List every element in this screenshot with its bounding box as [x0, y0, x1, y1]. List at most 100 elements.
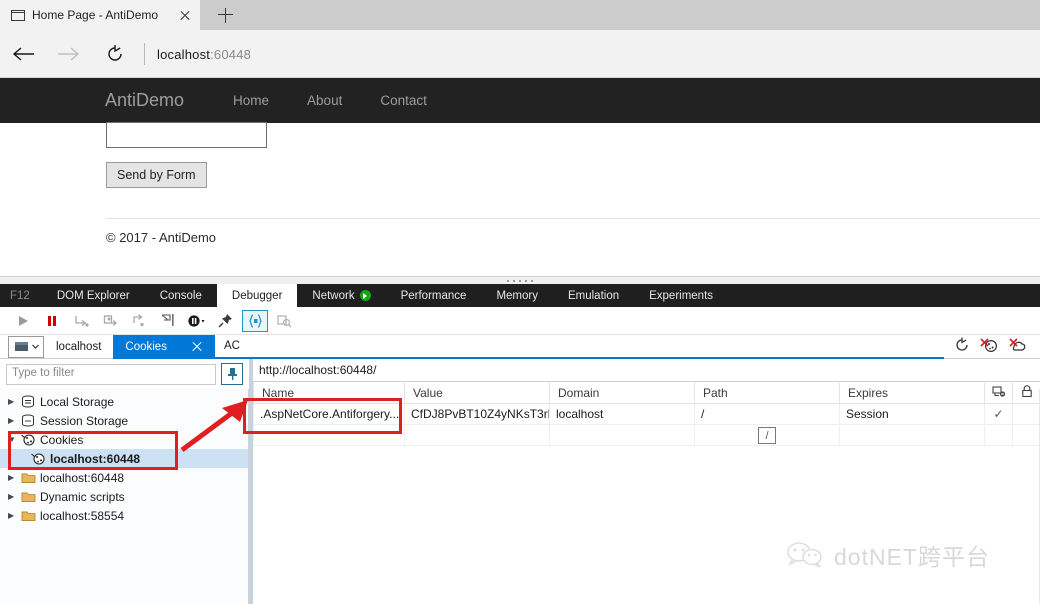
tab-experiments[interactable]: Experiments — [634, 284, 728, 307]
send-by-form-button[interactable]: Send by Form — [106, 162, 207, 188]
new-tab-button[interactable] — [205, 0, 245, 30]
forward-button[interactable] — [46, 30, 92, 78]
column-header-value[interactable]: Value — [405, 382, 550, 404]
tree-item-localhost-60448-cookies[interactable]: localhost:60448 — [0, 449, 248, 468]
step-over-button[interactable] — [68, 310, 94, 332]
tree-item-label: localhost:58554 — [40, 509, 124, 523]
site-nav-contact[interactable]: Contact — [380, 93, 427, 108]
site-nav-home[interactable]: Home — [233, 93, 269, 108]
form-text-input[interactable] — [106, 122, 267, 148]
tree-item-cookies[interactable]: ▼ Cookies — [0, 430, 248, 449]
tab-label: Memory — [496, 290, 538, 302]
resource-picker-button[interactable] — [8, 336, 44, 358]
tree-item-dynamic-scripts[interactable]: ▶ Dynamic scripts — [0, 487, 248, 506]
refresh-icon[interactable] — [954, 337, 970, 356]
path-edit-value[interactable]: / — [758, 427, 776, 444]
chevron-right-icon[interactable]: ▶ — [8, 511, 20, 520]
tree-item-session-storage[interactable]: ▶ Session Storage — [0, 411, 248, 430]
filter-input[interactable]: Type to filter — [6, 364, 216, 385]
chevron-right-icon[interactable]: ▶ — [8, 416, 20, 425]
chevron-down-icon — [32, 344, 39, 349]
address-port: :60448 — [210, 47, 251, 62]
cookie-table-header-row: Name Value Domain Path Expires — [254, 382, 1040, 404]
cell-cookie-domain[interactable] — [550, 425, 695, 446]
httponly-icon[interactable] — [985, 382, 1013, 404]
cell-cookie-name[interactable] — [254, 425, 405, 446]
tab-memory[interactable]: Memory — [481, 284, 553, 307]
break-conditions-button[interactable] — [184, 310, 210, 332]
tab-performance[interactable]: Performance — [386, 284, 482, 307]
step-out-button[interactable] — [126, 310, 152, 332]
tree-item-label: Dynamic scripts — [40, 490, 125, 504]
tree-item-localhost-58554[interactable]: ▶ localhost:58554 — [0, 506, 248, 525]
site-brand[interactable]: AntiDemo — [105, 90, 184, 111]
cell-cookie-value[interactable]: CfDJ8PvBT10Z4yNKsT3rk... — [405, 404, 550, 425]
clear-all-cookies-icon[interactable] — [980, 337, 999, 356]
cell-cookie-expires[interactable] — [840, 425, 985, 446]
cell-cookie-secure[interactable] — [1013, 425, 1040, 446]
cell-cookie-domain[interactable]: localhost — [550, 404, 695, 425]
table-row[interactable]: / — [254, 425, 1040, 446]
chevron-right-icon[interactable]: ▶ — [8, 397, 20, 406]
column-header-domain[interactable]: Domain — [550, 382, 695, 404]
column-header-expires[interactable]: Expires — [840, 382, 985, 404]
address-bar[interactable]: localhost:60448 — [157, 47, 251, 62]
pretty-print-button[interactable] — [242, 310, 268, 332]
tab-console[interactable]: Console — [145, 284, 217, 307]
resource-tab-cookies[interactable]: Cookies — [113, 335, 215, 359]
tab-label: Debugger — [232, 290, 283, 302]
devtools-resize-grip[interactable] — [0, 276, 1040, 284]
browser-tab[interactable]: Home Page - AntiDemo — [0, 0, 200, 30]
table-row[interactable]: .AspNetCore.Antiforgery.... CfDJ8PvBT10Z… — [254, 404, 1040, 425]
tree-item-label: Local Storage — [40, 395, 114, 409]
resource-tab-label: Cookies — [125, 341, 167, 353]
folder-icon — [20, 490, 36, 504]
back-button[interactable] — [0, 30, 46, 78]
break-on-new-worker-button[interactable] — [155, 310, 181, 332]
column-header-name[interactable]: Name — [254, 382, 405, 404]
close-icon[interactable] — [176, 6, 194, 24]
continue-button[interactable] — [10, 310, 36, 332]
cell-cookie-httponly[interactable]: ✓ — [985, 404, 1013, 425]
chevron-right-icon[interactable]: ▶ — [8, 473, 20, 482]
copyright-text: © 2017 - AntiDemo — [106, 230, 216, 245]
chevron-down-icon[interactable]: ▼ — [8, 435, 20, 444]
record-icon — [360, 290, 371, 301]
web-page: AntiDemo Home About Contact Send by Form… — [0, 78, 1040, 276]
source-maps-button[interactable] — [271, 310, 297, 332]
cell-cookie-path[interactable]: / — [695, 404, 840, 425]
resource-search-input[interactable]: AC — [215, 335, 944, 359]
close-icon[interactable] — [191, 341, 203, 353]
chevron-right-icon[interactable]: ▶ — [8, 492, 20, 501]
secure-lock-icon[interactable] — [1013, 382, 1040, 404]
tab-emulation[interactable]: Emulation — [553, 284, 634, 307]
column-header-path[interactable]: Path — [695, 382, 840, 404]
tree-item-label: localhost:60448 — [40, 471, 124, 485]
break-button[interactable] — [39, 310, 65, 332]
cell-cookie-name[interactable]: .AspNetCore.Antiforgery.... — [254, 404, 405, 425]
tree-item-label: Session Storage — [40, 414, 128, 428]
resource-tree[interactable]: ▶ Local Storage ▶ Session Storage ▼ Cook… — [0, 389, 249, 604]
pin-callstack-button[interactable] — [213, 310, 239, 332]
browser-tab-title: Home Page - AntiDemo — [32, 8, 176, 22]
cell-cookie-value[interactable] — [405, 425, 550, 446]
refresh-icon[interactable] — [92, 30, 138, 78]
clear-session-cookies-icon[interactable] — [1009, 337, 1028, 356]
debugger-toolbar — [0, 307, 1040, 335]
browser-navbar: localhost:60448 — [0, 30, 1040, 78]
step-into-button[interactable] — [97, 310, 123, 332]
tab-debugger[interactable]: Debugger — [217, 284, 298, 307]
cell-cookie-secure[interactable] — [1013, 404, 1040, 425]
resource-tab-localhost[interactable]: localhost — [44, 335, 113, 359]
cell-cookie-httponly[interactable] — [985, 425, 1013, 446]
tab-dom-explorer[interactable]: DOM Explorer — [42, 284, 145, 307]
pin-icon[interactable] — [221, 363, 243, 385]
cell-cookie-path-editor[interactable]: / — [695, 425, 840, 446]
tree-item-local-storage[interactable]: ▶ Local Storage — [0, 392, 248, 411]
session-storage-icon — [20, 414, 36, 428]
tab-label: DOM Explorer — [57, 290, 130, 302]
tree-item-localhost-60448[interactable]: ▶ localhost:60448 — [0, 468, 248, 487]
tab-network[interactable]: Network — [297, 284, 385, 307]
site-nav-about[interactable]: About — [307, 93, 342, 108]
cell-cookie-expires[interactable]: Session — [840, 404, 985, 425]
